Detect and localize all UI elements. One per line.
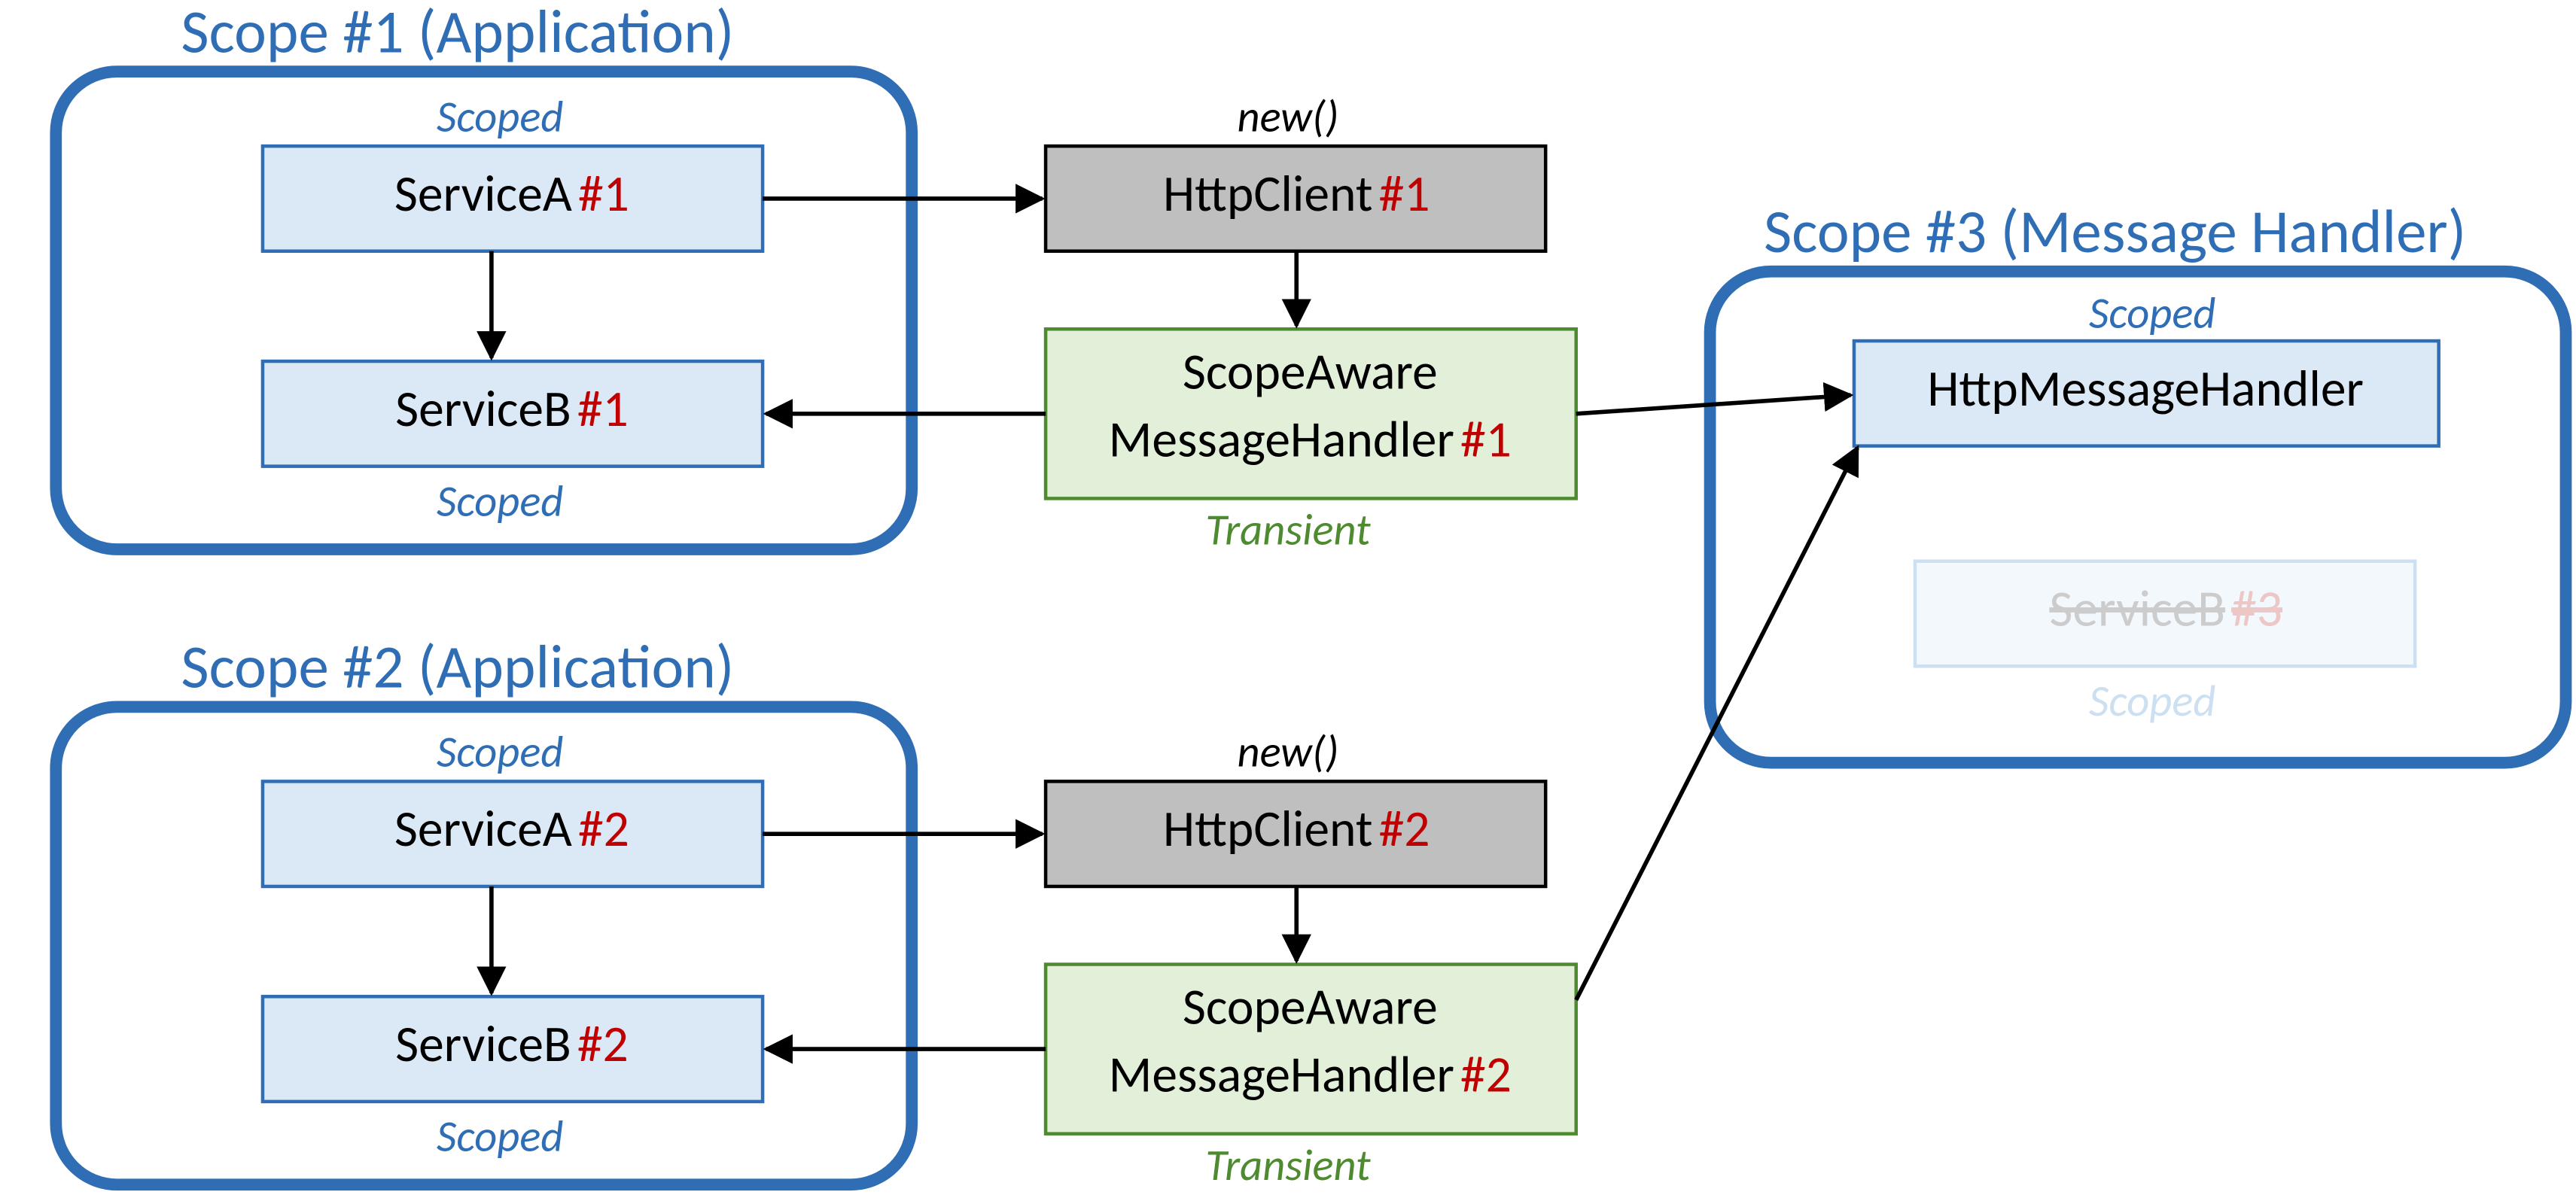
scope2-title: Scope #2 (Application) xyxy=(181,630,734,704)
httpclient2-annotation: new() xyxy=(1237,725,1338,779)
scope3-title: Scope #3 (Message Handler) xyxy=(1764,194,2466,269)
scopeaware2-line2: MessageHandler #2 xyxy=(1109,1044,1512,1106)
scope2-serviceB-lifecycle: Scoped xyxy=(437,1109,563,1163)
scope3-handler-lifecycle: Scoped xyxy=(2089,286,2215,340)
scopeaware1-line1: ScopeAware xyxy=(1183,341,1438,403)
scope3-ghost-serviceB-text: ServiceB #3 xyxy=(2049,579,2282,640)
httpclient2-text: HttpClient #2 xyxy=(1163,798,1430,860)
scopeaware1-line2: MessageHandler #1 xyxy=(1109,409,1512,471)
httpclient1-annotation: new() xyxy=(1237,89,1338,143)
scope2-serviceA-lifecycle: Scoped xyxy=(437,725,563,779)
scopeaware1-lifecycle: Transient xyxy=(1205,503,1371,557)
scope2-serviceB-text: ServiceB #2 xyxy=(395,1014,629,1075)
scope3-handler-text: HttpMessageHandler xyxy=(1927,358,2364,420)
scope1-serviceA-lifecycle: Scoped xyxy=(437,89,563,143)
scopeaware2-line1: ScopeAware xyxy=(1183,977,1438,1038)
scope1-serviceB-lifecycle: Scoped xyxy=(437,473,563,528)
scope2-serviceA-text: ServiceA #2 xyxy=(394,798,629,860)
scope1-serviceA-text: ServiceA #1 xyxy=(394,163,629,225)
scope3-ghost-serviceB-lifecycle: Scoped xyxy=(2089,673,2215,728)
scopeaware2-lifecycle: Transient xyxy=(1205,1138,1371,1192)
scope1-title: Scope #1 (Application) xyxy=(181,0,734,68)
httpclient1-text: HttpClient #1 xyxy=(1163,163,1430,225)
scope1-serviceB-text: ServiceB #1 xyxy=(395,379,629,440)
arrow-scopeaware2-to-handler xyxy=(1576,448,1858,1000)
